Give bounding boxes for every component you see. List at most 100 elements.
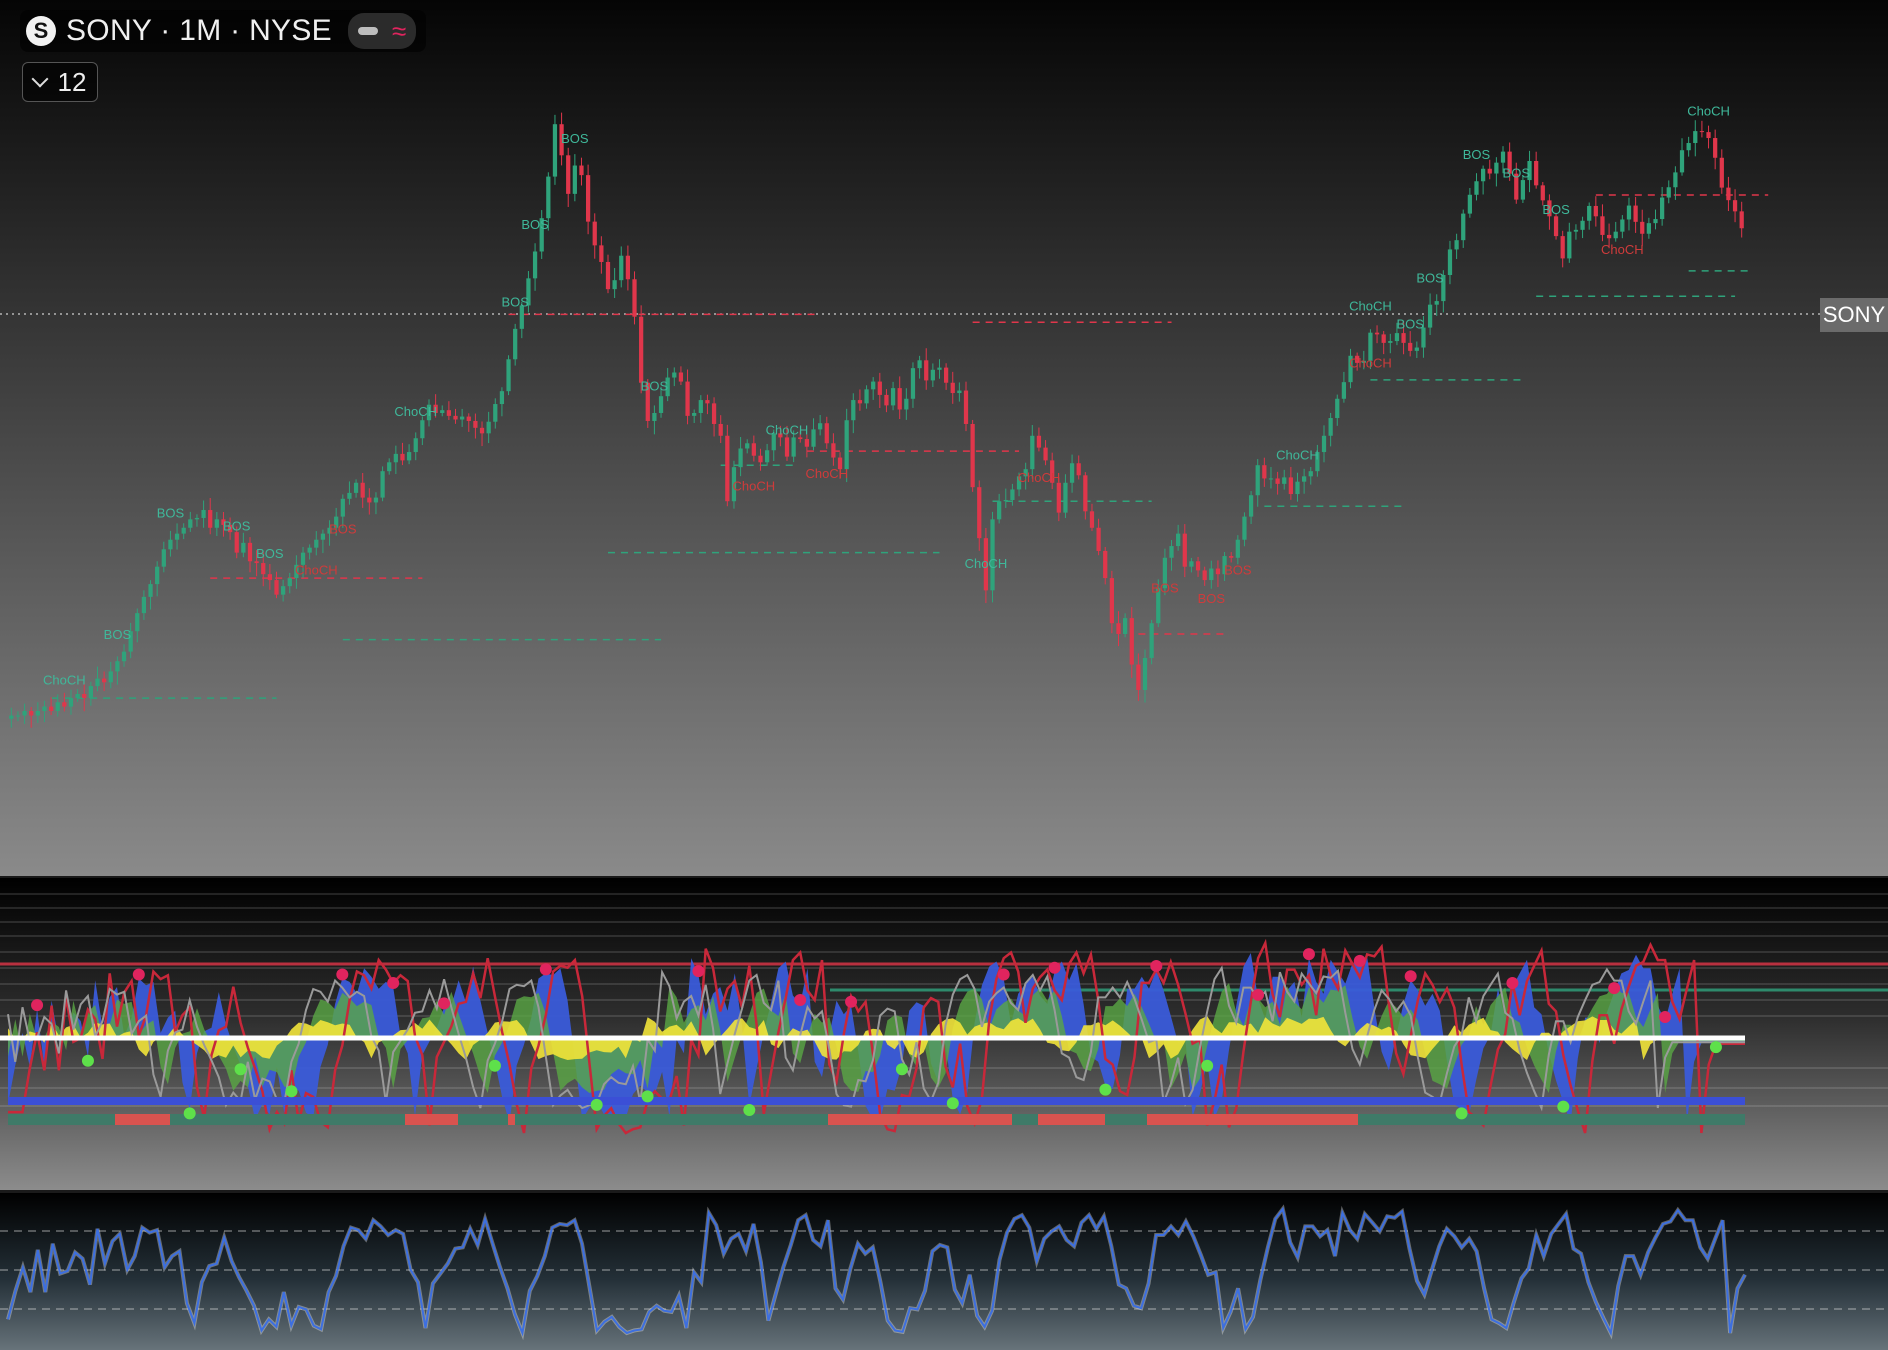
- candle-body: [1083, 475, 1088, 512]
- rsi-pane[interactable]: [0, 1193, 1888, 1350]
- oscillator-pane[interactable]: [0, 878, 1888, 1190]
- candle-body: [910, 368, 916, 399]
- candle-body: [15, 715, 21, 717]
- signal-dot: [895, 1063, 908, 1076]
- candle-body: [1713, 138, 1718, 158]
- candle-body: [1056, 482, 1061, 513]
- candle-body: [1189, 561, 1194, 567]
- candle-body: [1275, 478, 1280, 484]
- indicators-collapse-button[interactable]: 12: [22, 62, 98, 102]
- candle-body: [188, 519, 193, 528]
- candle-body: [619, 255, 624, 281]
- candle-body: [1534, 161, 1539, 186]
- candle-body: [1567, 231, 1572, 259]
- bos-choch-label-bull: ChoCH: [766, 422, 809, 437]
- candle-body: [904, 398, 909, 410]
- candle-body: [745, 443, 750, 449]
- candle-body: [1593, 205, 1598, 217]
- candle-body: [784, 437, 790, 457]
- candle-body: [1660, 197, 1665, 220]
- legend-actions[interactable]: ≈: [347, 13, 417, 49]
- candle-body: [930, 369, 935, 381]
- bos-choch-label-bull: BOS: [561, 131, 589, 146]
- candle-body: [168, 539, 173, 550]
- candle-body: [254, 561, 259, 564]
- signal-dot: [946, 1097, 959, 1110]
- candle-body: [241, 542, 246, 553]
- signal-dot: [1353, 954, 1366, 967]
- candle-body: [592, 221, 597, 246]
- candle-body: [135, 613, 140, 632]
- candle-body: [102, 678, 107, 683]
- candle-body: [1248, 495, 1254, 517]
- candle-body: [393, 453, 398, 463]
- candle-body: [711, 403, 717, 424]
- signal-dot: [743, 1104, 756, 1116]
- symbol-legend[interactable]: S SONY · 1M · NYSE ≈: [20, 10, 427, 52]
- candle-body: [672, 372, 677, 378]
- candle-body: [1381, 334, 1386, 343]
- candle-body: [1036, 435, 1042, 448]
- candle-body: [1560, 236, 1565, 259]
- candle-body: [62, 702, 67, 707]
- signal-dot: [1201, 1059, 1214, 1072]
- candle-body: [201, 510, 206, 518]
- candle-body: [1069, 463, 1075, 483]
- candle-body: [1321, 435, 1327, 453]
- candle-body: [1640, 221, 1645, 234]
- candle-body: [1235, 539, 1240, 558]
- candle-body: [1109, 578, 1114, 624]
- minus-icon[interactable]: [357, 27, 378, 35]
- candle-body: [1295, 481, 1300, 495]
- candle-body: [1408, 342, 1413, 351]
- candle-body: [1427, 304, 1433, 328]
- candle-body: [1341, 382, 1347, 399]
- candle-body: [844, 420, 849, 470]
- candle-body: [1461, 213, 1466, 241]
- candle-body: [1706, 132, 1711, 139]
- candle-body: [1653, 219, 1658, 224]
- candle-body: [917, 360, 922, 369]
- candle-body: [890, 388, 896, 406]
- candle-body: [977, 487, 982, 539]
- candle-body: [1169, 546, 1174, 558]
- bos-choch-label-bear: BOS: [329, 521, 357, 536]
- candle-body: [1719, 157, 1724, 188]
- bos-choch-label-bear: ChoCH: [805, 466, 848, 481]
- price-axis-tag[interactable]: SONY: [1820, 298, 1888, 332]
- candle-body: [1103, 550, 1108, 579]
- candle-body: [924, 360, 929, 381]
- candle-body: [108, 671, 113, 683]
- bos-choch-label-bear: ChoCH: [733, 478, 776, 493]
- signal-dot: [1150, 960, 1163, 972]
- signal-dot: [234, 1063, 247, 1076]
- candle-body: [148, 584, 153, 597]
- trend-strip-blue: [8, 1097, 1745, 1105]
- candle-body: [1003, 500, 1008, 502]
- rsi-line-glow: [6, 1204, 1747, 1341]
- candle-body: [35, 710, 40, 716]
- candle-body: [1242, 516, 1247, 540]
- candle-body: [499, 391, 505, 405]
- signal-dot: [1709, 1041, 1722, 1054]
- candle-body: [42, 706, 47, 711]
- bos-choch-label-bull: ChoCH: [1687, 104, 1730, 119]
- candle-body: [1732, 200, 1738, 212]
- candle-body: [513, 328, 518, 360]
- candle-body: [572, 165, 577, 194]
- candle-body: [678, 372, 684, 382]
- candle-body: [658, 396, 664, 413]
- candle-body: [1474, 181, 1479, 195]
- price-chart-pane[interactable]: ChoCH BOS BOS BOS BOS ChoCH BOS ChoCH BOS BOS BOS B…: [0, 0, 1888, 876]
- candle-body: [373, 497, 379, 503]
- price-chart[interactable]: ChoCH BOS BOS BOS BOS ChoCH BOS ChoCH BOS BOS BOS B…: [0, 0, 1888, 876]
- approx-icon[interactable]: ≈: [392, 18, 406, 44]
- candle-body: [1679, 150, 1685, 173]
- candle-body: [1202, 570, 1207, 581]
- trend-strip-red: [1147, 1114, 1358, 1125]
- signal-dot: [692, 965, 705, 978]
- candle-body: [88, 686, 93, 699]
- candle-body: [360, 482, 365, 498]
- candle-body: [738, 448, 743, 468]
- candle-body: [214, 519, 219, 528]
